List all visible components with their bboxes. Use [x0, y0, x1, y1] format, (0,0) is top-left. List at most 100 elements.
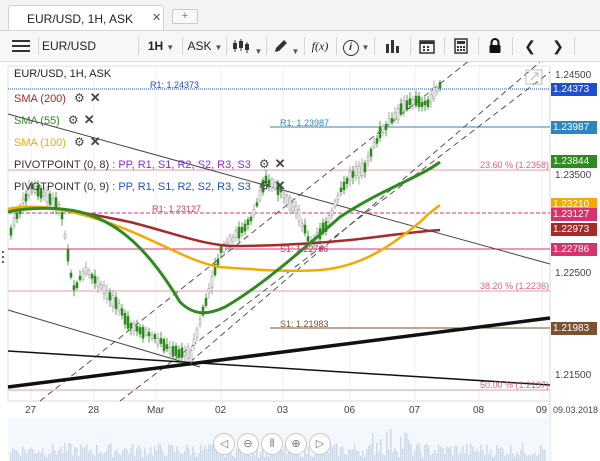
more-vertical-icon[interactable] — [2, 251, 4, 263]
info-button[interactable]: i ▼ — [340, 35, 372, 57]
gear-icon[interactable]: ⚙ — [68, 113, 79, 127]
legend-pivot-09[interactable]: PIVOTPOINT (0, 9) : PP, R1, S1, R2, S2, … — [14, 178, 286, 194]
add-tab-button[interactable]: + — [172, 9, 198, 24]
navigator-bar — [494, 454, 496, 461]
candle — [90, 274, 94, 279]
candle — [141, 326, 145, 339]
navigator-bar — [34, 453, 36, 461]
navigator-bar — [502, 448, 504, 461]
bar-chart-button[interactable] — [380, 35, 404, 57]
navigator-bar — [144, 448, 146, 461]
candle — [366, 156, 370, 162]
navigator-bar — [300, 456, 302, 461]
indicators-button[interactable]: f(x) — [308, 35, 332, 57]
close-icon[interactable]: ✕ — [90, 90, 101, 106]
navigator-bar — [520, 449, 522, 461]
navigator-bar — [384, 455, 386, 461]
chevron-right-icon: ❯ — [552, 38, 564, 54]
candle — [342, 181, 346, 190]
candle — [357, 165, 361, 179]
gear-icon[interactable]: ⚙ — [74, 91, 85, 105]
candle — [147, 332, 151, 337]
price-type-selector[interactable]: ASK ▼ — [186, 35, 224, 57]
candle — [387, 117, 391, 125]
navigator-bar — [156, 450, 158, 461]
toolbar-separator — [138, 37, 139, 55]
navigator-bar — [174, 451, 176, 461]
navigator-bar — [420, 450, 422, 461]
toolbar-separator — [374, 37, 375, 55]
scroll-left-button[interactable]: ❮ — [518, 35, 542, 57]
navigator-bar — [254, 454, 256, 461]
candle — [195, 328, 199, 338]
candle — [210, 276, 214, 288]
calendar-button[interactable] — [414, 35, 440, 57]
navigator-bar — [366, 448, 368, 461]
legend-sma200[interactable]: SMA (200) ⚙ ✕ — [14, 90, 101, 106]
navigator-bar — [430, 454, 432, 461]
candle — [402, 100, 406, 111]
navigator-bar — [538, 454, 540, 461]
legend-sma55[interactable]: SMA (55) ⚙ ✕ — [14, 112, 95, 128]
candle — [69, 272, 73, 278]
close-icon[interactable]: ✕ — [275, 156, 286, 172]
gear-icon[interactable]: ⚙ — [74, 135, 85, 149]
time-label: 03 — [277, 405, 289, 416]
navigator-bar — [268, 456, 270, 461]
candle — [360, 163, 364, 176]
navigator-bar — [374, 454, 376, 461]
candle — [399, 103, 403, 115]
navigator-bar — [370, 444, 372, 461]
candle — [207, 288, 211, 293]
candle — [12, 217, 16, 226]
zoom-in-button[interactable]: ⊕ — [285, 433, 307, 455]
chart-type-button[interactable]: ▼ — [230, 35, 264, 57]
navigator-bar — [454, 446, 456, 461]
gear-icon[interactable]: ⚙ — [259, 157, 270, 171]
legend-pivot-08[interactable]: PIVOTPOINT (0, 8) : PP, R1, S1, R2, S2, … — [14, 156, 286, 172]
chart-tab[interactable]: EUR/USD, 1H, ASK ✕ — [8, 5, 164, 30]
candle — [81, 271, 85, 280]
navigator-bar — [48, 454, 50, 461]
navigator-bar — [504, 456, 506, 461]
gear-icon[interactable]: ⚙ — [259, 179, 270, 193]
navigator-bar — [12, 448, 14, 461]
candle — [393, 111, 397, 120]
zoom-fit-button[interactable]: ⫴ — [261, 433, 283, 455]
pan-left-button[interactable]: ◁ — [213, 433, 235, 455]
close-icon[interactable]: ✕ — [275, 178, 286, 194]
candle — [180, 347, 184, 358]
navigator-bar — [424, 445, 426, 461]
close-icon[interactable]: ✕ — [90, 134, 101, 150]
lock-button[interactable] — [482, 35, 508, 57]
close-icon[interactable]: ✕ — [84, 112, 95, 128]
chart-tab-title: EUR/USD, 1H, ASK — [27, 12, 134, 26]
navigator-bar — [360, 455, 362, 461]
navigator-bar — [20, 456, 22, 461]
zoom-out-button[interactable]: ⊖ — [237, 433, 259, 455]
calculator-button[interactable] — [448, 35, 474, 57]
navigator-bar — [24, 450, 26, 461]
symbol-selector[interactable]: EUR/USD — [42, 35, 136, 57]
candle — [150, 334, 154, 340]
menu-icon[interactable] — [8, 35, 34, 57]
navigator-bar — [114, 451, 116, 461]
navigator-bar — [358, 451, 360, 461]
fib-236-label: 23.60 % (1.2358) — [480, 160, 549, 170]
navigator-bar — [392, 452, 394, 461]
draw-tools-button[interactable]: ▼ — [270, 35, 302, 57]
close-tab-icon[interactable]: ✕ — [152, 11, 161, 24]
price-chart[interactable]: R1: 1.24373 R1: 1.23987 23.60 % (1.2358)… — [0, 62, 600, 461]
scroll-right-button[interactable]: ❯ — [546, 35, 570, 57]
candle — [84, 267, 88, 275]
navigator-bar — [16, 450, 18, 461]
navigator-bar — [134, 455, 136, 461]
timeframe-selector[interactable]: 1H ▼ — [142, 35, 180, 57]
legend-sma100[interactable]: SMA (100) ⚙ ✕ — [14, 134, 101, 150]
pan-right-button[interactable]: ▷ — [309, 433, 331, 455]
navigator-bar — [68, 443, 70, 461]
navigator-bar — [472, 446, 474, 461]
navigator-bar — [142, 456, 144, 461]
candle — [165, 344, 169, 350]
time-label: Mar — [147, 405, 165, 416]
